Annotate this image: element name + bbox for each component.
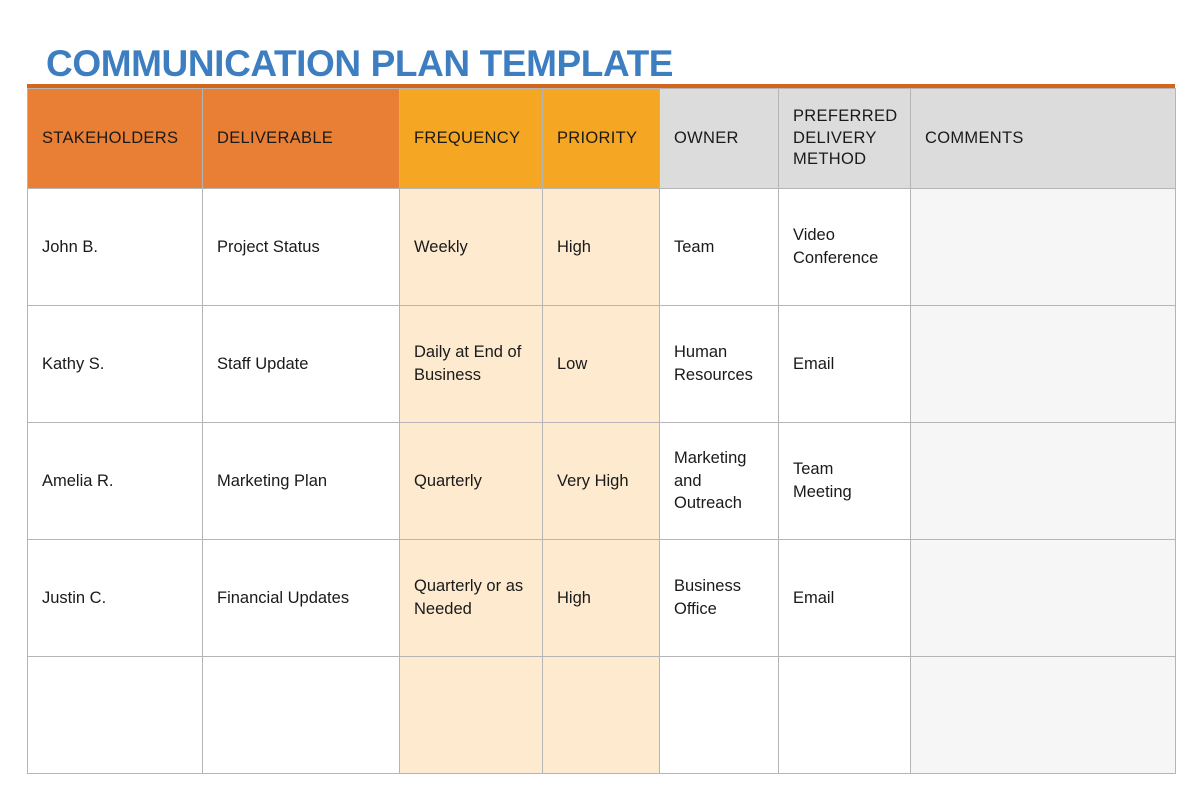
document-page: COMMUNICATION PLAN TEMPLATE STAKEHOLDERS… [0,0,1203,800]
cell-stakeholders[interactable]: Amelia R. [27,422,203,540]
column-header-label: FREQUENCY [414,128,521,147]
cell-value: Low [557,354,588,373]
column-header-deliverable: DELIVERABLE [202,88,400,189]
cell-priority[interactable]: Low [542,305,660,423]
cell-owner[interactable] [659,656,779,774]
cell-value: Video Conference [793,226,879,267]
cell-deliverable[interactable]: Marketing Plan [202,422,400,540]
table-row: Justin C. Financial Updates Quarterly or a… [27,539,1176,657]
cell-delivery_method[interactable]: Team Meeting [778,422,911,540]
cell-value: Marketing Plan [217,471,328,490]
cell-comments[interactable] [910,305,1176,423]
cell-value: Financial Updates [217,588,350,607]
cell-deliverable[interactable]: Staff Update [202,305,400,423]
cell-value: High [557,237,591,256]
column-header-comments: COMMENTS [910,88,1176,189]
cell-value: Staff Update [217,354,309,373]
cell-value: Kathy S. [42,354,105,373]
table-row [27,656,1176,774]
cell-value: Team [674,237,715,256]
cell-value: Justin C. [42,588,107,607]
communication-plan-table: STAKEHOLDERS DELIVERABLE FREQUENCY PRIORITY… [27,88,1176,774]
cell-value: Daily at End of Business [414,343,522,384]
cell-delivery_method[interactable]: Email [778,305,911,423]
cell-value: Amelia R. [42,471,114,490]
cell-owner[interactable]: Business Office [659,539,779,657]
cell-comments[interactable] [910,656,1176,774]
cell-value: Marketing and Outreach [674,448,747,513]
cell-value: High [557,588,591,607]
cell-stakeholders[interactable]: Justin C. [27,539,203,657]
communication-plan-table-wrapper: STAKEHOLDERS DELIVERABLE FREQUENCY PRIORITY… [27,84,1176,774]
column-header-priority: PRIORITY [542,88,660,189]
cell-comments[interactable] [910,539,1176,657]
table-header-row: STAKEHOLDERS DELIVERABLE FREQUENCY PRIORITY… [27,88,1176,189]
cell-comments[interactable] [910,422,1176,540]
cell-owner[interactable]: Marketing and Outreach [659,422,779,540]
column-header-delivery_method: PREFERRED DELIVERY METHOD [778,88,911,189]
cell-deliverable[interactable]: Financial Updates [202,539,400,657]
column-header-label: STAKEHOLDERS [42,128,179,147]
cell-delivery_method[interactable]: Video Conference [778,188,911,306]
table-row: Kathy S. Staff Update Daily at End of Busi… [27,305,1176,423]
cell-comments[interactable] [910,188,1176,306]
cell-owner[interactable]: Team [659,188,779,306]
cell-delivery_method[interactable] [778,656,911,774]
column-header-owner: OWNER [659,88,779,189]
cell-frequency[interactable] [399,656,543,774]
cell-priority[interactable]: High [542,188,660,306]
column-header-frequency: FREQUENCY [399,88,543,189]
column-header-label: COMMENTS [925,128,1024,147]
column-header-label: PREFERRED DELIVERY METHOD [793,106,898,169]
cell-value: Quarterly [414,471,482,490]
page-title: COMMUNICATION PLAN TEMPLATE [46,42,674,84]
cell-deliverable[interactable] [202,656,400,774]
cell-value: Business Office [674,577,741,618]
cell-owner[interactable]: Human Resources [659,305,779,423]
cell-value: Project Status [217,237,320,256]
cell-value: Weekly [414,237,468,256]
column-header-label: PRIORITY [557,128,638,147]
table-header: STAKEHOLDERS DELIVERABLE FREQUENCY PRIORITY… [27,88,1176,189]
table-body: John B. Project Status Weekly High Team Video… [27,188,1176,774]
cell-value: Team Meeting [793,460,852,501]
table-row: Amelia R. Marketing Plan Quarterly Very Hig… [27,422,1176,540]
cell-priority[interactable]: Very High [542,422,660,540]
cell-delivery_method[interactable]: Email [778,539,911,657]
cell-frequency[interactable]: Weekly [399,188,543,306]
cell-priority[interactable] [542,656,660,774]
table-row: John B. Project Status Weekly High Team Video… [27,188,1176,306]
cell-value: Email [793,588,835,607]
cell-value: Human Resources [674,343,753,384]
cell-value: Quarterly or as Needed [414,577,524,618]
cell-value: Email [793,354,835,373]
cell-frequency[interactable]: Daily at End of Business [399,305,543,423]
cell-frequency[interactable]: Quarterly or as Needed [399,539,543,657]
column-header-label: OWNER [674,128,739,147]
column-header-label: DELIVERABLE [217,128,334,147]
cell-deliverable[interactable]: Project Status [202,188,400,306]
cell-priority[interactable]: High [542,539,660,657]
column-header-stakeholders: STAKEHOLDERS [27,88,203,189]
cell-value: John B. [42,237,98,256]
cell-frequency[interactable]: Quarterly [399,422,543,540]
cell-stakeholders[interactable]: Kathy S. [27,305,203,423]
cell-stakeholders[interactable]: John B. [27,188,203,306]
cell-stakeholders[interactable] [27,656,203,774]
cell-value: Very High [557,471,629,490]
